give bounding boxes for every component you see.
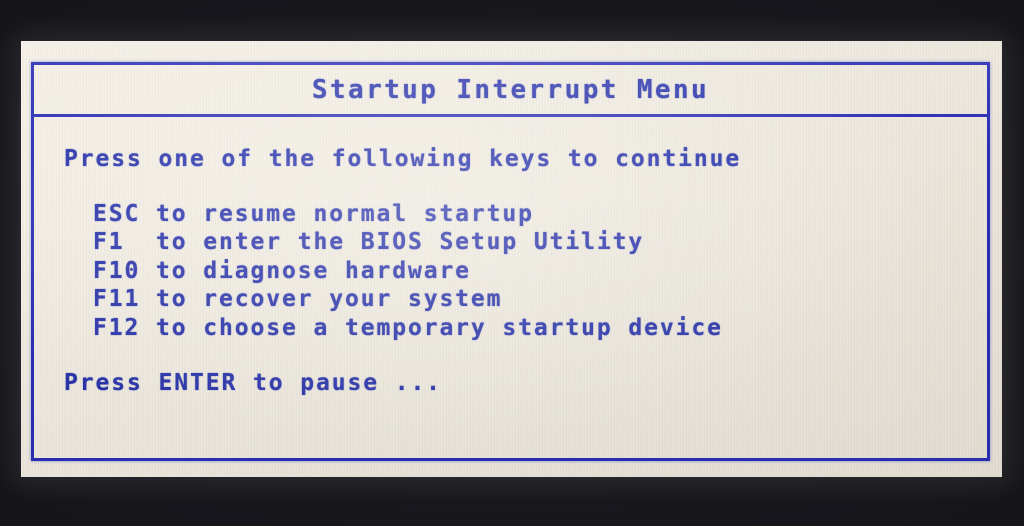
instruction-text: Press one of the following keys to conti… <box>64 146 742 172</box>
menu-body: Press one of the following keys to conti… <box>34 117 987 458</box>
title-bar: Startup Interrupt Menu <box>34 65 987 117</box>
menu-frame: Startup Interrupt Menu Press one of the … <box>31 62 990 461</box>
display-panel: Startup Interrupt Menu Press one of the … <box>21 41 1002 477</box>
key-options-list: ESC to resume normal startup F1 to enter… <box>64 200 987 343</box>
key-option-f10[interactable]: F10 to diagnose hardware <box>64 257 987 286</box>
bios-startup-interrupt-screen: Startup Interrupt Menu Press one of the … <box>0 0 1024 526</box>
key-option-f1[interactable]: F1 to enter the BIOS Setup Utility <box>64 228 987 257</box>
key-option-f12[interactable]: F12 to choose a temporary startup device <box>64 314 987 343</box>
key-option-esc[interactable]: ESC to resume normal startup <box>64 200 987 229</box>
key-option-f11[interactable]: F11 to recover your system <box>64 285 987 314</box>
page-title: Startup Interrupt Menu <box>311 74 710 105</box>
pause-prompt-text: Press ENTER to pause ... <box>64 370 442 396</box>
